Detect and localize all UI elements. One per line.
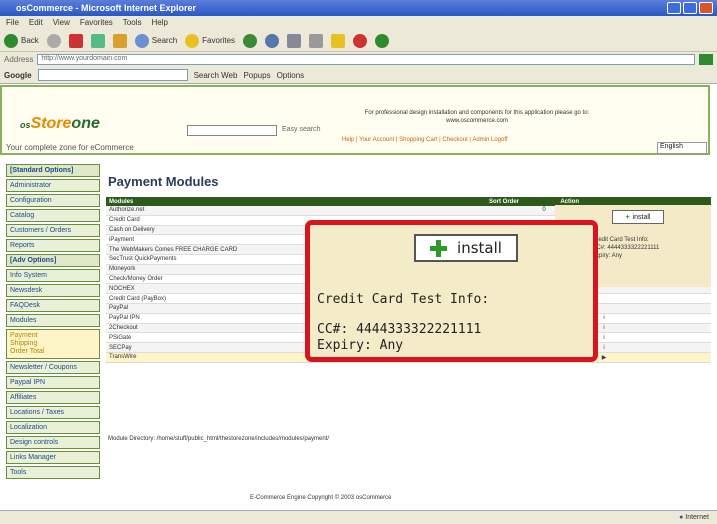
page-title: Payment Modules	[108, 174, 219, 189]
search-button[interactable]: Search	[134, 33, 177, 48]
google-toolbar: Google Search Web Popups Options	[0, 67, 717, 84]
search-web-button[interactable]: Search Web	[194, 71, 238, 80]
window-title-bar: osCommerce - Microsoft Internet Explorer	[0, 0, 717, 16]
test-card-number: CC#: 4444333322221111	[317, 322, 482, 337]
sidebar-item-1[interactable]: Administrator	[6, 179, 100, 192]
print-button[interactable]	[309, 33, 324, 48]
sidebar-item-0[interactable]: [Standard Options]	[6, 164, 100, 177]
sidebar-item-8[interactable]: Newsdesk	[6, 284, 100, 297]
menu-file[interactable]: File	[6, 18, 19, 28]
sidebar-item-5[interactable]: Reports	[6, 239, 100, 252]
messenger-icon	[375, 33, 390, 48]
globe-icon: ●	[679, 514, 684, 521]
language-select[interactable]: English	[657, 142, 707, 154]
options-button[interactable]: Options	[277, 71, 305, 80]
go-button[interactable]	[699, 54, 713, 65]
sidebar-item-12[interactable]: Newsletter / Coupons	[6, 361, 100, 374]
sidebar-item-6[interactable]: [Adv Options]	[6, 254, 100, 267]
home-button[interactable]	[112, 33, 127, 48]
address-label: Address	[4, 55, 34, 64]
sidebar-item-18[interactable]: Links Manager	[6, 451, 100, 464]
menu-tools[interactable]: Tools	[123, 18, 142, 28]
easy-search-input[interactable]	[187, 125, 277, 136]
header-sort-order: Sort Order	[488, 198, 519, 205]
folder-icon	[331, 33, 346, 48]
menu-bar: File Edit View Favorites Tools Help	[0, 16, 717, 30]
header-modules: Modules	[109, 198, 134, 205]
menu-favorites[interactable]: Favorites	[80, 18, 113, 28]
sidebar-item-7[interactable]: Info System	[6, 269, 100, 282]
star-icon	[185, 33, 200, 48]
menu-edit[interactable]: Edit	[29, 18, 43, 28]
module-name: Authorize.net	[109, 207, 145, 214]
mail-button[interactable]	[287, 33, 302, 48]
back-button[interactable]: Back	[4, 33, 39, 48]
media-icon	[243, 33, 258, 48]
google-label: Google	[4, 70, 32, 80]
favorites-button[interactable]: Favorites	[185, 33, 235, 48]
history-icon	[265, 33, 280, 48]
sidebar-item-15[interactable]: Locations / Taxes	[6, 406, 100, 419]
address-bar: Address http://www.yourdomain.com	[0, 52, 717, 67]
sidebar-item-4[interactable]: Customers / Orders	[6, 224, 100, 237]
sidebar-item-9[interactable]: FAQDesk	[6, 299, 100, 312]
header-links[interactable]: Help | Your Account | Shopping Cart | Ch…	[342, 137, 508, 143]
module-directory: Module Directory: /home/stuff/public_htm…	[108, 436, 330, 442]
sidebar-item-19[interactable]: Tools	[6, 466, 100, 479]
menu-help[interactable]: Help	[151, 18, 167, 28]
refresh-button[interactable]	[90, 33, 105, 48]
store-header: osStoreone Your complete zone for eComme…	[0, 85, 710, 155]
print-icon	[309, 33, 324, 48]
window-title: osCommerce - Microsoft Internet Explorer	[16, 3, 197, 13]
back-arrow-icon	[4, 33, 18, 48]
header-action: Action	[560, 198, 579, 205]
sidebar-item-3[interactable]: Catalog	[6, 209, 100, 222]
ad-text: For professional design installation and…	[364, 110, 590, 124]
media-button[interactable]	[243, 33, 258, 48]
browser-toolbar: Back Search Favorites	[0, 30, 717, 52]
plus-icon	[430, 239, 448, 257]
home-icon	[112, 33, 127, 48]
footer-text: E-Commerce Engine Copyright © 2003 osCom…	[250, 495, 392, 501]
zone-indicator: ● Internet	[679, 514, 709, 521]
addon-button[interactable]	[353, 33, 368, 48]
install-button-small[interactable]: + install	[612, 210, 664, 224]
popups-button[interactable]: Popups	[243, 71, 270, 80]
stop-button[interactable]	[68, 33, 83, 48]
sidebar-item-2[interactable]: Configuration	[6, 194, 100, 207]
close-button[interactable]	[699, 2, 713, 14]
maximize-button[interactable]	[683, 2, 697, 14]
sidebar-item-11[interactable]: Payment Shipping Order Total	[6, 329, 100, 359]
folder-button[interactable]	[331, 33, 346, 48]
mail-icon	[287, 33, 302, 48]
test-info-title: Credit Card Test Info:	[317, 292, 490, 307]
history-button[interactable]	[265, 33, 280, 48]
address-field[interactable]: http://www.yourdomain.com	[37, 54, 695, 65]
sidebar-item-10[interactable]: Modules	[6, 314, 100, 327]
stop-icon	[68, 33, 83, 48]
messenger-button[interactable]	[375, 33, 390, 48]
minimize-button[interactable]	[667, 2, 681, 14]
menu-view[interactable]: View	[53, 18, 70, 28]
status-bar: ● Internet	[0, 510, 717, 524]
sidebar-item-14[interactable]: Affiliates	[6, 391, 100, 404]
install-button[interactable]: install	[414, 234, 518, 262]
sidebar-item-13[interactable]: Paypal IPN	[6, 376, 100, 389]
addon-icon	[353, 33, 368, 48]
store-tagline: Your complete zone for eCommerce	[6, 143, 134, 152]
sidebar-item-17[interactable]: Design controls	[6, 436, 100, 449]
refresh-icon	[90, 33, 105, 48]
zoom-callout: install Credit Card Test Info: CC#: 4444…	[305, 220, 598, 362]
forward-button[interactable]	[46, 33, 61, 48]
sidebar-item-16[interactable]: Localization	[6, 421, 100, 434]
forward-arrow-icon	[46, 33, 61, 48]
search-icon	[134, 33, 149, 48]
test-card-expiry: Expiry: Any	[317, 338, 404, 353]
test-info-small: Credit Card Test Info: CC#: 444433332222…	[592, 237, 660, 259]
google-search-input[interactable]	[37, 69, 188, 81]
plus-icon: +	[625, 213, 630, 221]
store-logo[interactable]: osStoreone	[20, 115, 100, 133]
easy-search-label: Easy search	[282, 126, 321, 133]
admin-sidebar: [Standard Options] Administrator Configura…	[6, 164, 100, 481]
